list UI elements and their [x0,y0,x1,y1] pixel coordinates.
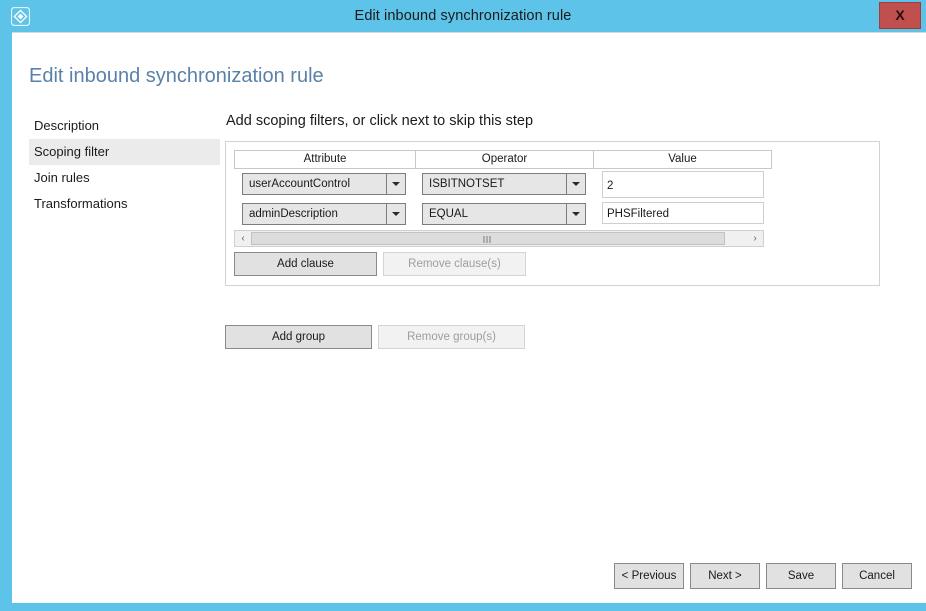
attribute-dropdown-row-2[interactable]: adminDescription [242,203,406,225]
sidebar-item-transformations[interactable]: Transformations [29,191,220,217]
group-button-row: Add group Remove group(s) [225,325,525,349]
remove-clause-button: Remove clause(s) [383,252,526,276]
attribute-dropdown-row-1[interactable]: userAccountControl [242,173,406,195]
operator-value-row-2: EQUAL [429,208,468,220]
chevron-down-icon [566,204,585,224]
sidebar-item-scoping-filter[interactable]: Scoping filter [29,139,220,165]
window-title: Edit inbound synchronization rule [354,8,572,24]
scrollbar-thumb[interactable] [251,232,725,245]
chevron-down-icon [386,204,405,224]
wizard-step-nav: Description Scoping filter Join rules Tr… [29,113,220,217]
attribute-value-row-2: adminDescription [249,208,338,220]
clause-button-row: Add clause Remove clause(s) [234,252,526,276]
scrollbar-grip-icon [483,236,493,243]
previous-button[interactable]: < Previous [614,563,684,589]
main-panel: Add scoping filters, or click next to sk… [225,113,915,349]
grid-horizontal-scrollbar[interactable]: ‹ › [234,230,764,247]
step-heading: Add scoping filters, or click next to sk… [226,113,534,129]
title-bar: Edit inbound synchronization rule X [0,0,926,32]
value-input-row-1[interactable] [602,171,764,198]
attribute-value-row-1: userAccountControl [249,178,350,190]
page-title: Edit inbound synchronization rule [29,65,324,87]
column-header-operator: Operator [416,150,594,169]
dialog-client-area: Edit inbound synchronization rule Descri… [12,32,926,603]
grid-header-row: Attribute Operator Value [234,150,772,169]
operator-dropdown-row-1[interactable]: ISBITNOTSET [422,173,586,195]
scoping-filter-group-box: Attribute Operator Value userAccountCont… [225,141,880,286]
remove-group-button: Remove group(s) [378,325,525,349]
chevron-down-icon [386,174,405,194]
scroll-left-arrow-icon[interactable]: ‹ [235,231,251,246]
save-button[interactable]: Save [766,563,836,589]
column-header-attribute: Attribute [234,150,416,169]
column-header-value: Value [594,150,772,169]
scrollbar-track[interactable] [251,231,747,246]
operator-dropdown-row-2[interactable]: EQUAL [422,203,586,225]
close-button[interactable]: X [879,2,921,29]
sidebar-item-description[interactable]: Description [29,113,220,139]
next-button[interactable]: Next > [690,563,760,589]
cancel-button[interactable]: Cancel [842,563,912,589]
operator-value-row-1: ISBITNOTSET [429,178,505,190]
sidebar-item-join-rules[interactable]: Join rules [29,165,220,191]
wizard-footer: < Previous Next > Save Cancel [614,563,912,589]
chevron-down-icon [566,174,585,194]
add-group-button[interactable]: Add group [225,325,372,349]
dialog-window: Edit inbound synchronization rule X Edit… [0,0,926,611]
add-clause-button[interactable]: Add clause [234,252,377,276]
value-input-row-2[interactable] [602,202,764,224]
scroll-right-arrow-icon[interactable]: › [747,231,763,246]
